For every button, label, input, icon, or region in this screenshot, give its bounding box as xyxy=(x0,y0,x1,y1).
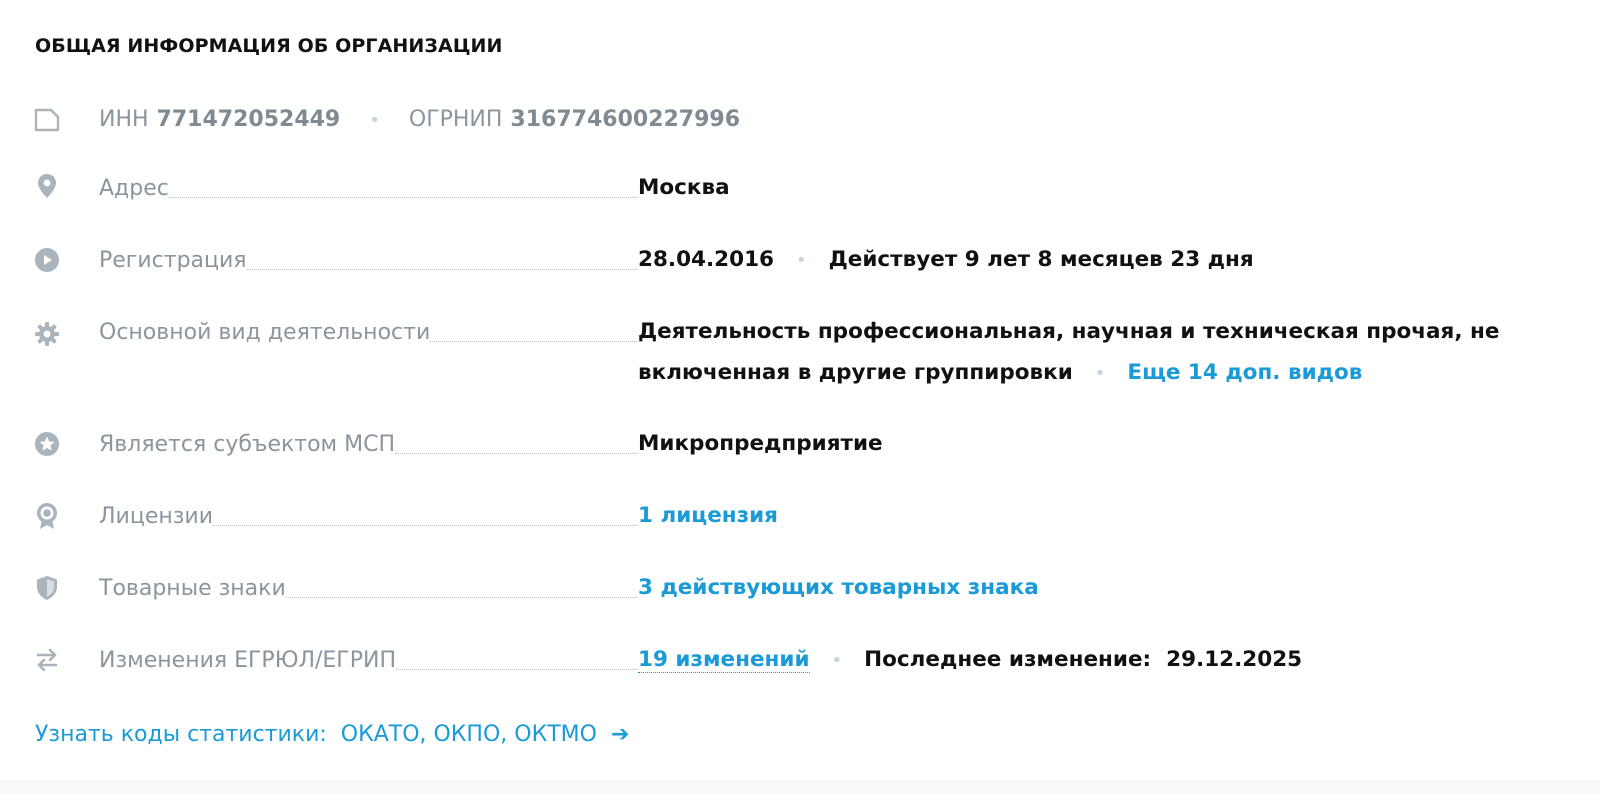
msp-label-wrap: Является субъектом МСП xyxy=(99,428,637,458)
msp-label: Является субъектом МСП xyxy=(99,432,396,457)
address-value: Москва xyxy=(638,175,730,200)
document-icon xyxy=(33,106,61,134)
gear-icon xyxy=(33,320,61,348)
leader-dots xyxy=(285,596,637,598)
more-activities-link[interactable]: Еще 14 доп. видов xyxy=(1127,360,1362,385)
last-change-date: 29.12.2025 xyxy=(1166,647,1303,672)
shield-icon xyxy=(33,574,61,602)
section-title: ОБЩАЯ ИНФОРМАЦИЯ ОБ ОРГАНИЗАЦИИ xyxy=(35,35,503,57)
separator-dot: • xyxy=(1094,363,1106,384)
registration-date: 28.04.2016 xyxy=(638,247,775,272)
registration-label: Регистрация xyxy=(99,248,247,273)
registration-status: Действует 9 лет 8 месяцев 23 дня xyxy=(828,247,1254,272)
statistics-codes-text: Узнать коды статистики: ОКАТО, ОКПО, ОКТ… xyxy=(35,722,597,747)
inn-value: 771472052449 xyxy=(156,107,341,132)
trademarks-value: 3 действующих товарных знака xyxy=(638,568,1039,608)
identifiers-row: ИНН 771472052449 • ОГРНИП 316774600227996 xyxy=(99,100,740,141)
badge-icon xyxy=(33,502,61,530)
msp-value: Микропредприятие xyxy=(638,431,883,456)
licenses-label-wrap: Лицензии xyxy=(99,500,637,530)
leader-dots xyxy=(246,268,637,270)
inn-label: ИНН xyxy=(99,107,149,132)
leader-dots xyxy=(430,340,637,342)
arrow-right-icon: ➔ xyxy=(610,722,630,747)
activity-label-wrap: Основной вид деятельности xyxy=(99,316,637,346)
last-change-label: Последнее изменение: xyxy=(864,647,1152,672)
separator-dot: • xyxy=(369,110,380,131)
separator-dot: • xyxy=(831,650,843,671)
activity-text: Деятельность профессиональная, научная и… xyxy=(638,319,1500,385)
ogrnip-value: 316774600227996 xyxy=(510,107,741,132)
statistics-codes-link[interactable]: Узнать коды статистики: ОКАТО, ОКПО, ОКТ… xyxy=(35,722,629,747)
changes-label: Изменения ЕГРЮЛ/ЕГРИП xyxy=(99,648,396,673)
trademarks-label: Товарные знаки xyxy=(99,576,286,601)
registration-value: 28.04.2016 • Действует 9 лет 8 месяцев 23 … xyxy=(638,240,1254,281)
activity-label: Основной вид деятельности xyxy=(99,320,431,345)
address-label: Адрес xyxy=(99,176,169,201)
changes-link[interactable]: 19 изменений xyxy=(638,647,810,673)
swap-arrows-icon xyxy=(33,646,61,674)
leader-dots xyxy=(168,196,637,198)
ogrnip-label: ОГРНИП xyxy=(408,107,503,132)
leader-dots xyxy=(395,452,637,454)
activity-value: Деятельность профессиональная, научная и… xyxy=(638,311,1538,394)
star-circle-icon xyxy=(33,430,61,458)
leader-dots xyxy=(213,524,637,526)
bottom-divider xyxy=(0,780,1600,793)
registration-label-wrap: Регистрация xyxy=(99,244,637,274)
trademarks-link[interactable]: 3 действующих товарных знака xyxy=(638,575,1039,600)
changes-value: 19 изменений • Последнее изменение: 29.12.… xyxy=(638,640,1302,681)
changes-label-wrap: Изменения ЕГРЮЛ/ЕГРИП xyxy=(99,644,637,674)
play-circle-icon xyxy=(33,246,61,274)
licenses-value: 1 лицензия xyxy=(638,496,778,536)
licenses-label: Лицензии xyxy=(99,504,214,529)
location-pin-icon xyxy=(33,172,61,200)
trademarks-label-wrap: Товарные знаки xyxy=(99,572,637,602)
separator-dot: • xyxy=(796,250,807,271)
licenses-link[interactable]: 1 лицензия xyxy=(638,503,778,528)
address-label-wrap: Адрес xyxy=(99,172,637,202)
leader-dots xyxy=(396,668,637,670)
organization-info-panel: ОБЩАЯ ИНФОРМАЦИЯ ОБ ОРГАНИЗАЦИИ ИНН 77147… xyxy=(0,0,1600,793)
